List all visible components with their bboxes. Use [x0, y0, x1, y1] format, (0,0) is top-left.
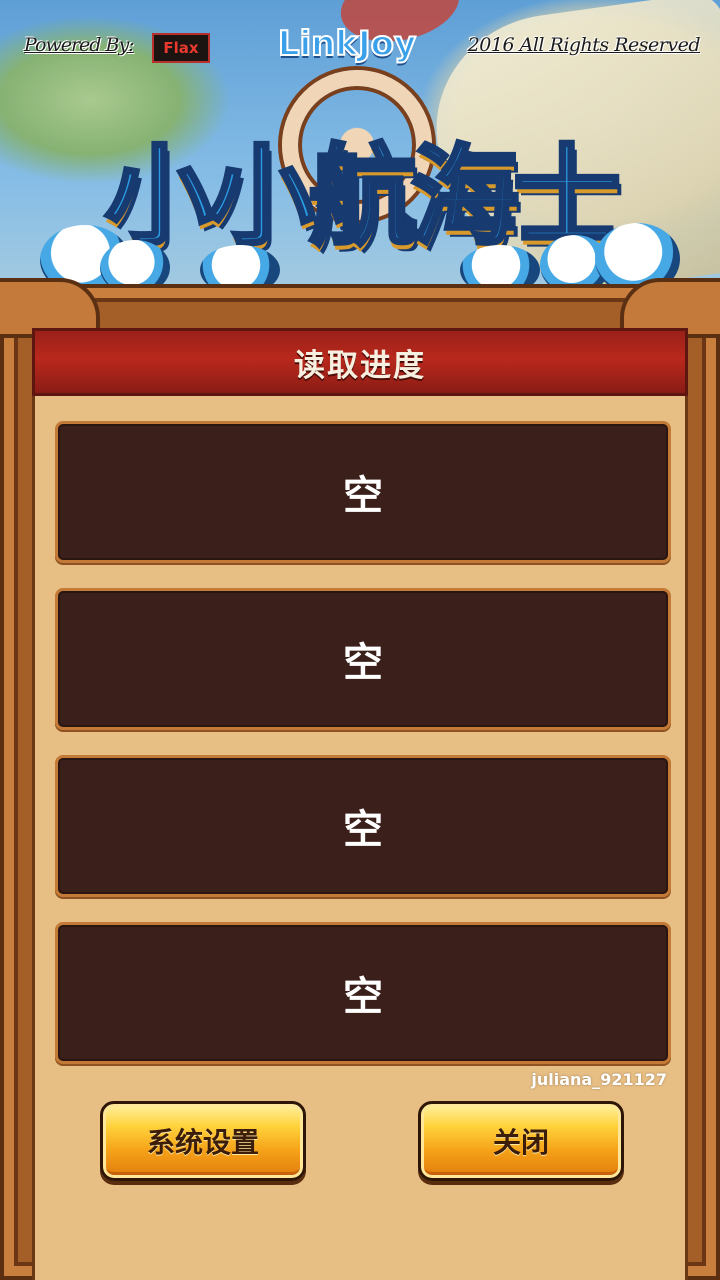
close-label: 关闭: [492, 1126, 549, 1159]
system-settings-label: 系统设置: [146, 1126, 259, 1159]
waves-decoration: [40, 215, 680, 295]
save-slot-3[interactable]: 空: [55, 755, 671, 897]
close-button[interactable]: 关闭: [418, 1101, 624, 1181]
save-slot-label: 空: [343, 974, 383, 1020]
save-slot-label: 空: [343, 640, 383, 686]
publisher-logo: LinkJoy: [277, 23, 417, 65]
save-slot-label: 空: [343, 473, 383, 519]
save-slot-1[interactable]: 空: [55, 421, 671, 563]
system-settings-button[interactable]: 系统设置: [100, 1101, 306, 1181]
save-slot-label: 空: [343, 807, 383, 853]
username-watermark: juliana_921127: [531, 1070, 667, 1089]
flax-logo: Flax: [152, 33, 210, 63]
title-banner: Powered By: Flax LinkJoy 2016 All Rights…: [0, 0, 720, 300]
save-slot-4[interactable]: 空: [55, 922, 671, 1064]
save-slot-2[interactable]: 空: [55, 588, 671, 730]
panel-title: 读取进度: [294, 347, 426, 384]
powered-by-text: Powered By:: [24, 34, 135, 56]
panel-title-bar: 读取进度: [32, 328, 688, 396]
copyright-text: 2016 All Rights Reserved: [467, 34, 701, 56]
